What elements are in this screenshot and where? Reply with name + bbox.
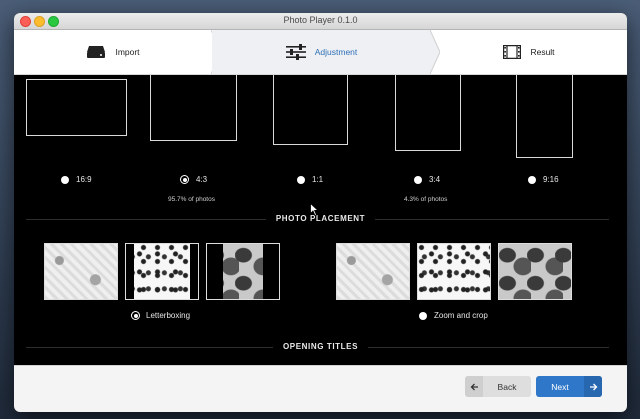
step-result[interactable]: Result (431, 30, 627, 74)
ratio-label-9-16: 9:16 (543, 175, 559, 184)
opening-titles-title: OPENING TITLES (14, 342, 627, 351)
letterbox-thumb-leaves (206, 243, 280, 300)
film-icon (503, 45, 522, 59)
ratio-label-1-1: 1:1 (312, 175, 324, 184)
ratio-label-3-4: 3:4 (429, 175, 441, 184)
letterboxing-label: Letterboxing (146, 311, 191, 320)
ratio-preview-3-4[interactable] (395, 75, 461, 151)
zoom-crop-label: Zoom and crop (434, 311, 488, 320)
mouse-cursor-icon (310, 203, 319, 216)
app-window: Photo Player 0.1.0 Import Adjustment Res… (14, 13, 627, 412)
drive-icon (87, 46, 106, 58)
zoom-crop-radio[interactable] (419, 312, 427, 320)
step-adjustment-label: Adjustment (314, 47, 358, 57)
ratio-label-16-9: 16:9 (76, 175, 92, 184)
window-title: Photo Player 0.1.0 (283, 15, 358, 25)
title-bar: Photo Player 0.1.0 (14, 13, 627, 30)
ratio-preview-9-16[interactable] (516, 75, 573, 158)
adjustment-panel: 16:9 4:3 95.7% of photos 1:1 3:4 4.3% of… (14, 75, 627, 365)
step-result-label: Result (530, 47, 555, 57)
step-navigation: Import Adjustment Result (14, 30, 627, 75)
ratio-radio-3-4[interactable] (414, 176, 422, 184)
back-button-label: Back (497, 381, 517, 392)
ratio-radio-4-3[interactable] (180, 175, 189, 184)
step-import-label: Import (115, 47, 140, 57)
ratio-radio-1-1[interactable] (297, 176, 305, 184)
ratio-note-4-3: 95.7% of photos (168, 196, 215, 203)
back-button[interactable]: Back (465, 376, 531, 397)
ratio-preview-4-3[interactable] (150, 75, 237, 141)
photo-placement-title: PHOTO PLACEMENT (14, 214, 627, 223)
step-import[interactable]: Import (14, 30, 212, 74)
ratio-radio-9-16[interactable] (528, 176, 536, 184)
zoom-thumb-pattern (417, 243, 491, 300)
step-adjustment[interactable]: Adjustment (212, 30, 431, 74)
zoom-thumb-landscape (336, 243, 410, 300)
letterbox-thumb-pattern (125, 243, 199, 300)
next-button-label: Next (551, 381, 569, 392)
ratio-preview-1-1[interactable] (273, 75, 348, 145)
ratio-preview-16-9[interactable] (26, 79, 127, 136)
letterbox-thumb-landscape (44, 243, 118, 300)
zoom-thumb-leaves (498, 243, 572, 300)
arrow-right-icon (584, 376, 602, 397)
letterboxing-radio[interactable] (131, 311, 140, 320)
sliders-icon (285, 44, 306, 60)
footer-bar: Back Next (14, 365, 627, 412)
next-button[interactable]: Next (536, 376, 602, 397)
ratio-label-4-3: 4:3 (196, 175, 208, 184)
ratio-radio-16-9[interactable] (61, 176, 69, 184)
ratio-note-3-4: 4.3% of photos (404, 196, 448, 203)
arrow-left-icon (465, 376, 483, 397)
